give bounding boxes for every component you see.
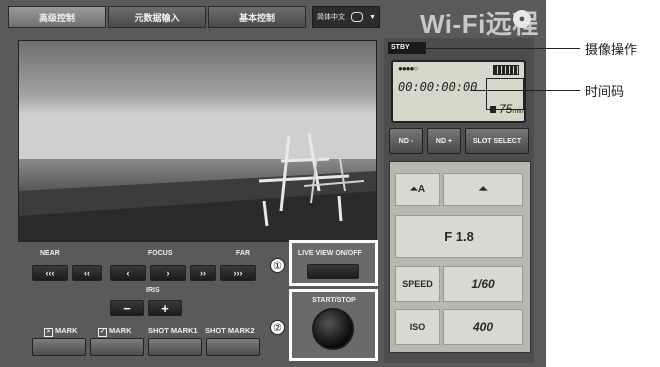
white-balance-icon: ⏶	[478, 183, 488, 195]
focus-near-fast-button[interactable]: ‹‹‹	[32, 265, 68, 281]
focus-near-medium-button[interactable]: ‹‹	[72, 265, 102, 281]
shot-mark2-label: SHOT MARK2	[205, 326, 255, 335]
shot-mark1-label: SHOT MARK1	[148, 326, 198, 335]
remaining-unit: min	[512, 108, 524, 115]
start-stop-label: START/STOP	[312, 297, 356, 304]
language-label: 简体中文	[317, 14, 345, 21]
slot-select-button[interactable]: SLOT SELECT	[465, 128, 529, 154]
near-label: NEAR	[40, 250, 60, 257]
live-view-toggle-button[interactable]	[307, 264, 359, 279]
white-balance-button[interactable]: ⏶	[443, 173, 523, 206]
focus-far-slow-button[interactable]: ›	[150, 265, 186, 281]
nd-minus-button[interactable]: ND -	[389, 128, 423, 154]
callout-number-1: ①	[270, 258, 285, 273]
remaining-time: 75min	[490, 102, 524, 116]
focus-far-fast-button[interactable]: ›››	[220, 265, 256, 281]
lcd-display: ●●●●○ 00:00:00:00 75min	[391, 60, 526, 123]
speed-label: SPEED	[395, 266, 440, 302]
battery-dots: ●●●●○	[398, 64, 418, 73]
chevron-down-icon: ▼	[369, 13, 376, 21]
camera-operation-leader	[420, 48, 580, 49]
chat-bubble-icon	[351, 12, 363, 22]
card-icon	[490, 106, 496, 113]
timecode-value: 00:00:00:00	[398, 80, 478, 94]
far-label: FAR	[236, 250, 250, 257]
focus-near-slow-button[interactable]: ‹	[110, 265, 146, 281]
x-mark-text: MARK	[55, 326, 78, 335]
callout-number-2: ②	[270, 320, 285, 335]
iris-plus-button[interactable]: +	[148, 300, 182, 316]
timecode-leader	[470, 90, 580, 91]
check-mark-icon: ✓	[98, 328, 107, 337]
shot-mark1-button[interactable]	[148, 338, 202, 356]
camera-operation-annotation: 摄像操作	[585, 42, 638, 57]
iso-label: ISO	[395, 309, 440, 345]
x-mark-button[interactable]	[32, 338, 86, 356]
live-view-image	[18, 40, 377, 242]
battery-icon	[493, 65, 519, 75]
iris-label: IRIS	[146, 287, 160, 294]
x-mark-icon: ×	[44, 328, 53, 337]
live-view-callout	[289, 240, 378, 286]
check-mark-text: MARK	[109, 326, 132, 335]
lock-icon[interactable]: ●	[513, 10, 531, 28]
tab-advanced-control[interactable]: 高级控制	[8, 6, 106, 28]
live-view-label: LIVE VIEW ON/OFF	[298, 250, 362, 257]
focus-far-medium-button[interactable]: ››	[190, 265, 216, 281]
shot-mark2-button[interactable]	[206, 338, 260, 356]
auto-white-balance-button[interactable]: ⏶A	[395, 173, 440, 206]
shutter-speed-value[interactable]: 1/60	[443, 266, 523, 302]
language-select[interactable]: 简体中文 ▼	[312, 6, 380, 28]
tab-metadata-input[interactable]: 元数据输入	[108, 6, 206, 28]
check-mark-label: ✓ MARK	[98, 326, 132, 337]
check-mark-button[interactable]	[90, 338, 144, 356]
nd-plus-button[interactable]: ND +	[427, 128, 461, 154]
remaining-value: 75	[499, 102, 513, 116]
tab-basic-control[interactable]: 基本控制	[208, 6, 306, 28]
start-stop-button[interactable]	[312, 308, 354, 350]
aperture-value[interactable]: F 1.8	[395, 215, 523, 258]
timecode-annotation: 时间码	[585, 84, 625, 99]
focus-label: FOCUS	[148, 250, 173, 257]
x-mark-label: × MARK	[44, 326, 78, 337]
iso-value[interactable]: 400	[443, 309, 523, 345]
iris-minus-button[interactable]: −	[110, 300, 144, 316]
white-balance-auto-icon: ⏶A	[409, 184, 426, 195]
